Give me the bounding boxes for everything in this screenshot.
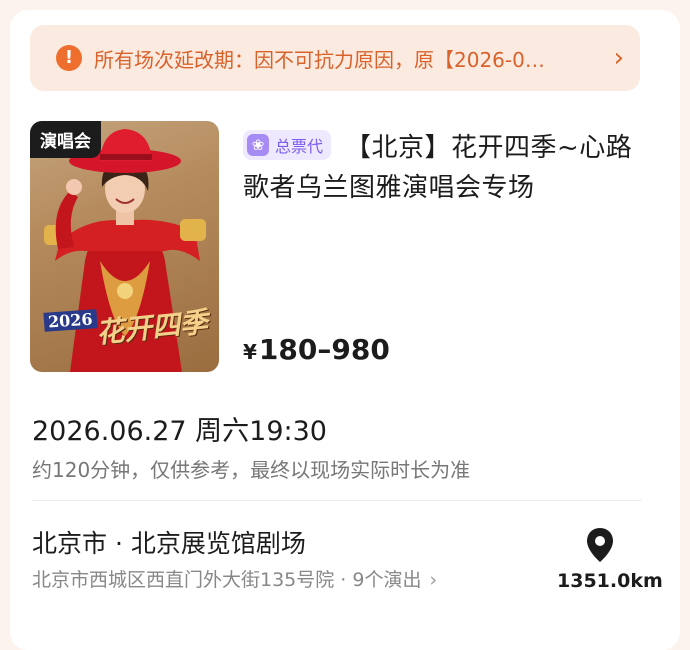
- exclamation-icon: !: [56, 45, 82, 71]
- location-pin-icon[interactable]: [585, 526, 615, 566]
- price-range: ¥180–980: [243, 333, 390, 366]
- notice-text: 所有场次延改期：因不可抗力原因，原【2026-0…: [94, 47, 545, 72]
- poster-year-art: 2026: [43, 309, 98, 332]
- flower-icon: [247, 134, 269, 156]
- duration-note: 约120分钟，仅供参考，最终以现场实际时长为准: [32, 458, 471, 482]
- venue-address[interactable]: 北京市西城区西直门外大街135号院 · 9个演出 ›: [32, 565, 437, 592]
- currency-symbol: ¥: [243, 340, 257, 364]
- address-text: 北京市西城区西直门外大街135号院 · 9个演出: [32, 569, 422, 591]
- venue-name[interactable]: 北京市 · 北京展览馆剧场: [32, 524, 306, 560]
- general-agent-badge: 总票代: [243, 130, 332, 160]
- chevron-right-icon: ›: [613, 43, 624, 73]
- chevron-right-icon: ›: [423, 569, 438, 591]
- distance-label: 1351.0km: [557, 570, 663, 592]
- category-tag: 演唱会: [30, 121, 101, 158]
- event-poster[interactable]: 演唱会 2026 花开四季: [30, 121, 219, 372]
- section-divider: [32, 500, 642, 501]
- price-value: 180–980: [258, 333, 390, 366]
- badge-label: 总票代: [275, 137, 324, 156]
- show-datetime[interactable]: 2026.06.27 周六19:30: [32, 409, 327, 448]
- postpone-notice-banner[interactable]: ! 所有场次延改期：因不可抗力原因，原【2026-0… ›: [30, 25, 640, 91]
